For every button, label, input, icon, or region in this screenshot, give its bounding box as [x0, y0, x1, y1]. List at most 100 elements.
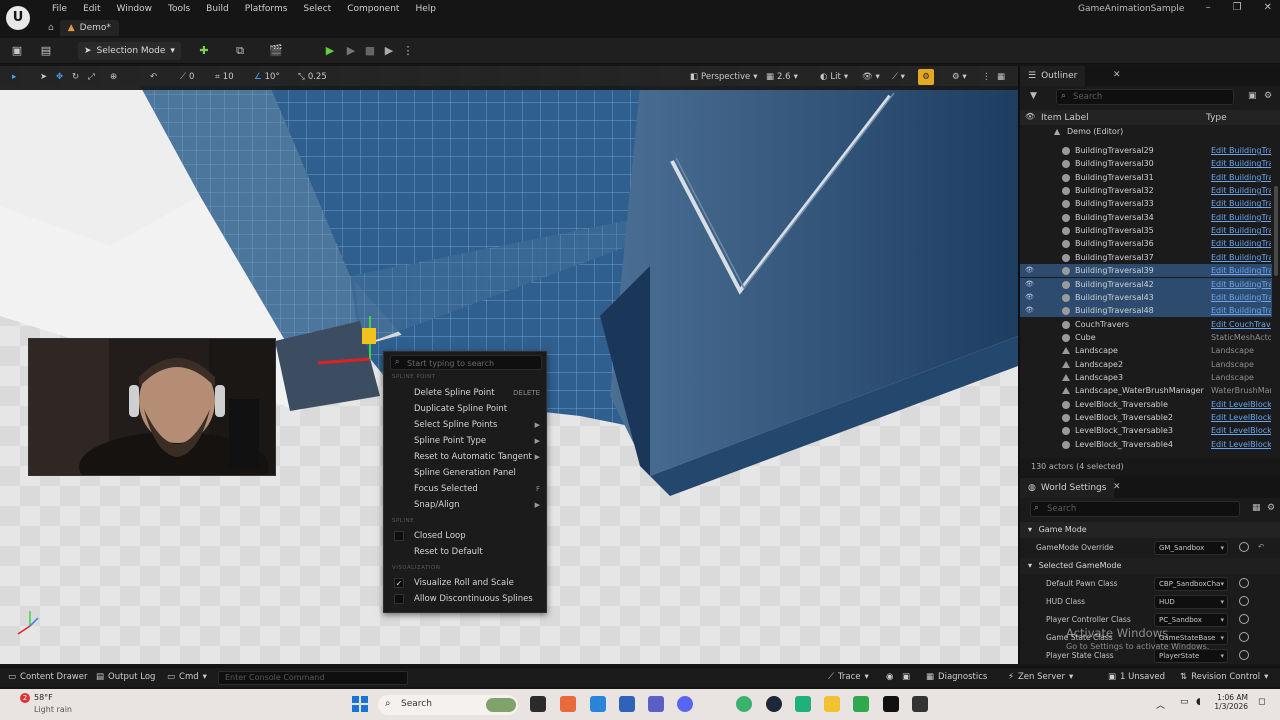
- selection-mode-dropdown[interactable]: ➤ Selection Mode ▾: [78, 42, 181, 60]
- world-space-icon[interactable]: ⊕: [110, 72, 117, 82]
- snap-zero-item[interactable]: ⟋ 0: [180, 72, 194, 82]
- outliner-row[interactable]: LevelBlock_Traversable Edit LevelBlock: [1020, 398, 1272, 411]
- zen-server-dropdown[interactable]: ⚡ Zen Server ▾: [1008, 672, 1073, 682]
- outliner-row[interactable]: CouchTravers Edit CouchTrave: [1020, 318, 1272, 331]
- menu-edit[interactable]: Edit: [75, 2, 108, 16]
- outliner-row[interactable]: BuildingTraversal36 Edit BuildingTra: [1020, 237, 1272, 250]
- outliner-row[interactable]: 👁 BuildingTraversal42 Edit BuildingTra: [1020, 277, 1272, 291]
- outliner-row-edit-link[interactable]: Edit BuildingTra: [1211, 291, 1271, 304]
- taskbar-search[interactable]: ⌕ Search: [378, 695, 518, 715]
- network-icon[interactable]: ▭: [1180, 697, 1189, 707]
- outliner-row[interactable]: BuildingTraversal32 Edit BuildingTra: [1020, 184, 1272, 197]
- outliner-scrollbar[interactable]: [1274, 186, 1278, 276]
- menu-platforms[interactable]: Platforms: [237, 2, 296, 16]
- launch-icon[interactable]: ▶: [381, 43, 397, 59]
- game-mode-category[interactable]: ▾ Game Mode: [1020, 522, 1280, 538]
- realtime-icon[interactable]: ⚙: [918, 69, 934, 85]
- grid-snap-item[interactable]: ⌗ 10: [215, 72, 234, 82]
- outliner-row-edit-link[interactable]: Edit LevelBlock: [1211, 411, 1271, 424]
- outliner-tab[interactable]: ☰ Outliner: [1020, 66, 1086, 86]
- content-browser-icon[interactable]: ▤: [38, 43, 54, 59]
- menu-select[interactable]: Select: [295, 2, 339, 16]
- game-mode-override-select[interactable]: GM_Sandbox: [1154, 541, 1228, 555]
- content-drawer-button[interactable]: ▭ Content Drawer: [8, 672, 87, 682]
- outliner-row-edit-link[interactable]: Edit BuildingTra: [1211, 237, 1271, 250]
- grid-view-icon[interactable]: ▦: [1252, 503, 1261, 513]
- delete-spline-point-item[interactable]: Delete Spline Point DELETE: [384, 385, 546, 401]
- show-flags-icon[interactable]: 👁 ▾: [862, 72, 880, 82]
- outliner-row[interactable]: Landscape Landscape: [1020, 344, 1272, 357]
- settings-icon[interactable]: ⚙ ▾: [952, 72, 967, 82]
- allow-discontinuous-checkbox[interactable]: [394, 594, 404, 604]
- outliner-row-edit-link[interactable]: Edit BuildingTra: [1211, 197, 1271, 210]
- unreal-logo-icon[interactable]: U: [6, 6, 30, 30]
- outliner-row-edit-link[interactable]: Edit BuildingTra: [1211, 224, 1271, 237]
- outliner-row-edit-link[interactable]: Edit CouchTrave: [1211, 318, 1271, 331]
- cinematics-icon[interactable]: 🎬: [268, 43, 284, 59]
- outliner-row[interactable]: Cube StaticMeshActo: [1020, 331, 1272, 344]
- outliner-row-edit-link[interactable]: Edit LevelBlock: [1211, 398, 1271, 411]
- visibility-eye-icon[interactable]: 👁: [1025, 264, 1034, 277]
- browse-icon[interactable]: [1239, 614, 1249, 624]
- cmd-dropdown[interactable]: ▭ Cmd ▾: [167, 672, 207, 682]
- browse-icon[interactable]: [1239, 650, 1249, 660]
- surface-snap-icon[interactable]: ↶: [150, 72, 157, 82]
- item-label-column[interactable]: Item Label: [1041, 113, 1089, 123]
- scale-tool-icon[interactable]: ⤢: [88, 72, 95, 82]
- scalability-icon[interactable]: ⟋ ▾: [892, 72, 905, 82]
- steam-icon[interactable]: [766, 696, 782, 712]
- outliner-row[interactable]: Landscape_WaterBrushManager WaterBrushMan: [1020, 384, 1272, 397]
- outliner-row-edit-link[interactable]: Edit BuildingTra: [1211, 144, 1271, 157]
- outliner-row-edit-link[interactable]: Edit BuildingTra: [1211, 211, 1271, 224]
- file-explorer-icon[interactable]: [824, 696, 840, 712]
- more-options-icon[interactable]: ⋮: [400, 43, 416, 59]
- browse-icon[interactable]: [1239, 632, 1249, 642]
- add-folder-icon[interactable]: ▣: [1248, 91, 1257, 101]
- select-spline-points-item[interactable]: Select Spline Points ▶: [384, 417, 546, 433]
- diagnostics-button[interactable]: ▦ Diagnostics: [926, 672, 987, 682]
- menu-help[interactable]: Help: [407, 2, 444, 16]
- visualize-roll-scale-checkbox[interactable]: ✓: [394, 578, 404, 588]
- spline-generation-panel-item[interactable]: Spline Generation Panel: [384, 465, 546, 481]
- menu-build[interactable]: Build: [198, 2, 237, 16]
- windows-start-icon[interactable]: [352, 696, 368, 712]
- visibility-eye-icon[interactable]: 👁: [1025, 291, 1034, 304]
- outlook-icon[interactable]: [619, 696, 635, 712]
- outliner-row[interactable]: Landscape2 Landscape: [1020, 358, 1272, 371]
- more-icon[interactable]: ⋮: [982, 72, 991, 82]
- viewport-options-icon[interactable]: ▸: [12, 72, 16, 82]
- level-viewport[interactable]: ▸ ➤ ✥ ↻ ⤢ ⊕ ↶ ⟋ 0 ⌗ 10 ∠ 10° ⤡ 0.25 ◧ Perspec…: [0, 66, 1018, 664]
- xbox-icon[interactable]: [853, 696, 869, 712]
- scale-snap-item[interactable]: ⤡ 0.25: [298, 72, 327, 82]
- browse-icon[interactable]: [1239, 578, 1249, 588]
- world-setting-select[interactable]: PC_Sandbox: [1154, 613, 1228, 627]
- closed-loop-item[interactable]: Closed Loop: [384, 528, 546, 544]
- menu-window[interactable]: Window: [109, 2, 161, 16]
- task-view-icon[interactable]: [530, 696, 546, 712]
- outliner-row[interactable]: 👁 BuildingTraversal48 Edit BuildingTra: [1020, 304, 1272, 318]
- reset-tangent-item[interactable]: Reset to Automatic Tangent ▶: [384, 449, 546, 465]
- outliner-row-edit-link[interactable]: Edit BuildingTra: [1211, 171, 1271, 184]
- menu-file[interactable]: File: [44, 2, 75, 16]
- outliner-row[interactable]: BuildingTraversal33 Edit BuildingTra: [1020, 197, 1272, 210]
- visibility-eye-icon[interactable]: 👁: [1025, 304, 1034, 317]
- close-world-settings-icon[interactable]: ✕: [1113, 482, 1121, 492]
- outliner-search-input[interactable]: Search: [1056, 89, 1234, 105]
- volume-icon[interactable]: ◖: [1196, 697, 1201, 707]
- outliner-row-edit-link[interactable]: Edit BuildingTra: [1211, 184, 1271, 197]
- world-settings-tab[interactable]: ◍ World Settings: [1020, 478, 1115, 498]
- outliner-row[interactable]: BuildingTraversal29 Edit BuildingTra: [1020, 144, 1272, 157]
- browse-icon[interactable]: [1239, 596, 1249, 606]
- outliner-row-edit-link[interactable]: Edit LevelBlock: [1211, 424, 1271, 437]
- revision-control-dropdown[interactable]: ⇅ Revision Control ▾: [1180, 672, 1268, 682]
- outliner-row-edit-link[interactable]: Edit BuildingTra: [1211, 264, 1271, 277]
- outliner-row[interactable]: BuildingTraversal34 Edit BuildingTra: [1020, 211, 1272, 224]
- outliner-row[interactable]: 👁 BuildingTraversal43 Edit BuildingTra: [1020, 290, 1272, 305]
- unsaved-button[interactable]: ▣ 1 Unsaved: [1108, 672, 1165, 682]
- reset-arrow-icon[interactable]: ↶: [1258, 542, 1264, 551]
- camera-speed-dropdown[interactable]: ▦ 2.6 ▾: [766, 72, 798, 82]
- visibility-eye-icon[interactable]: 👁: [1025, 278, 1034, 291]
- outliner-row[interactable]: BuildingTraversal35 Edit BuildingTra: [1020, 224, 1272, 237]
- record-icon[interactable]: ◉: [886, 672, 893, 682]
- rotation-snap-item[interactable]: ∠ 10°: [254, 72, 280, 82]
